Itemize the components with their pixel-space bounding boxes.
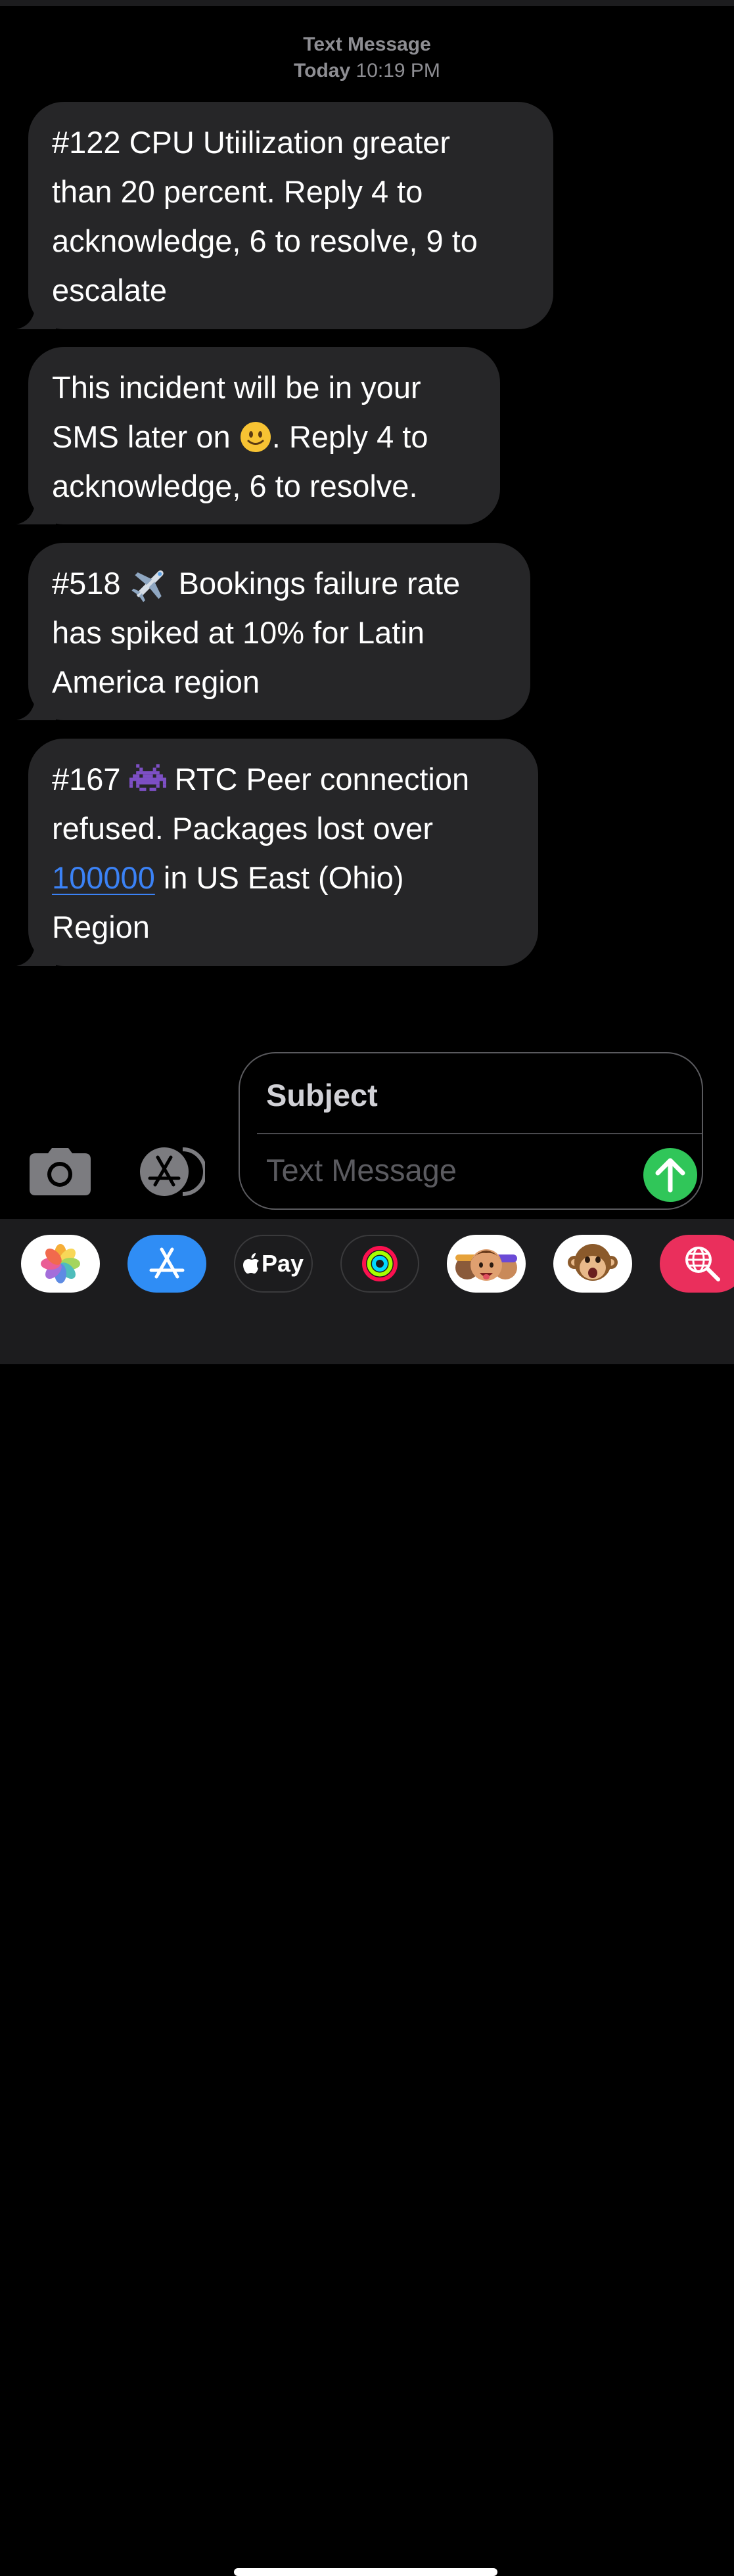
message-line: refused. Packages lost over bbox=[52, 811, 433, 846]
message-field[interactable]: Text Message bbox=[266, 1152, 457, 1188]
timestamp: Today 10:19 PM bbox=[0, 58, 734, 84]
service-label: Text Message bbox=[303, 34, 431, 55]
alien-monster-icon bbox=[129, 764, 166, 791]
message-line: 100000 in US East (Ohio) bbox=[52, 853, 515, 902]
camera-icon[interactable] bbox=[30, 1147, 91, 1195]
animoji-app[interactable] bbox=[553, 1235, 632, 1293]
message-text: in US East (Ohio) bbox=[154, 860, 404, 895]
timestamp-time: 10:19 PM bbox=[356, 60, 440, 81]
message-line: #518 Bookings failure rate bbox=[52, 559, 507, 608]
web-search-app[interactable] bbox=[660, 1235, 734, 1293]
message-line: escalate bbox=[52, 273, 168, 308]
message-line: #167 RTC Peer connection bbox=[52, 754, 515, 804]
bubble-tail bbox=[16, 938, 56, 966]
send-button[interactable] bbox=[643, 1148, 697, 1202]
message-text: #167 bbox=[52, 762, 129, 796]
conversation-header: Text Message Today 10:19 PM bbox=[0, 32, 734, 84]
message-text: Bookings failure rate bbox=[170, 566, 461, 601]
message-text: . Reply 4 to bbox=[271, 419, 428, 454]
bubble-tail bbox=[16, 497, 56, 524]
top-divider bbox=[0, 0, 734, 6]
photos-icon bbox=[41, 1244, 80, 1283]
bubble-tail bbox=[16, 302, 56, 329]
memoji-icon bbox=[455, 1249, 517, 1281]
message-composer[interactable]: Subject Text Message bbox=[239, 1052, 703, 1210]
apple-logo-icon bbox=[242, 1253, 259, 1274]
web-search-icon bbox=[685, 1247, 720, 1281]
memoji-app[interactable] bbox=[447, 1235, 526, 1293]
number-link[interactable]: 100000 bbox=[52, 860, 155, 895]
app-store-icon[interactable] bbox=[134, 1147, 205, 1197]
message-line: acknowledge, 6 to resolve, 9 to bbox=[52, 223, 478, 258]
message-line: than 20 percent. Reply 4 to bbox=[52, 174, 423, 209]
activity-icon bbox=[362, 1246, 398, 1281]
apple-pay-label: Pay bbox=[242, 1250, 304, 1277]
message-line: Region bbox=[52, 909, 150, 944]
message-bubble[interactable]: This incident will be in your SMS later … bbox=[16, 347, 500, 524]
app-store-icon bbox=[149, 1247, 185, 1279]
activity-app[interactable] bbox=[340, 1235, 419, 1293]
message-bubble[interactable]: #518 Bookings failure rate has spiked at… bbox=[16, 543, 530, 720]
message-line: #122 CPU Utiilization greater bbox=[52, 125, 451, 160]
home-indicator[interactable] bbox=[234, 2568, 497, 2576]
photos-app[interactable] bbox=[21, 1235, 100, 1293]
message-line: acknowledge, 6 to resolve. bbox=[52, 469, 418, 503]
subject-field[interactable]: Subject bbox=[266, 1077, 378, 1113]
message-line: This incident will be in your bbox=[52, 370, 421, 405]
bubble-tail bbox=[16, 693, 56, 720]
composer-divider bbox=[257, 1133, 702, 1134]
animoji-monkey-icon bbox=[568, 1244, 618, 1281]
message-bubble[interactable]: #167 RTC Peer connection refused. Packag… bbox=[16, 739, 538, 966]
apple-pay-text: Pay bbox=[261, 1250, 304, 1277]
arrow-up-icon bbox=[655, 1158, 685, 1193]
timestamp-day: Today bbox=[294, 60, 351, 81]
message-line: SMS later on . Reply 4 to bbox=[52, 412, 476, 461]
message-text: RTC Peer connection bbox=[166, 762, 470, 796]
slightly-smiling-face-icon bbox=[240, 421, 271, 452]
app-store-app[interactable] bbox=[127, 1235, 206, 1293]
airplane-icon bbox=[131, 570, 164, 602]
message-bubble[interactable]: #122 CPU Utiilization greater than 20 pe… bbox=[16, 102, 553, 329]
message-line: America region bbox=[52, 664, 260, 699]
app-drawer: Pay bbox=[0, 1219, 734, 2576]
message-text: #518 bbox=[52, 566, 129, 601]
message-line: has spiked at 10% for Latin bbox=[52, 615, 424, 650]
message-text: SMS later on bbox=[52, 419, 239, 454]
apple-pay-app[interactable]: Pay bbox=[234, 1235, 313, 1293]
